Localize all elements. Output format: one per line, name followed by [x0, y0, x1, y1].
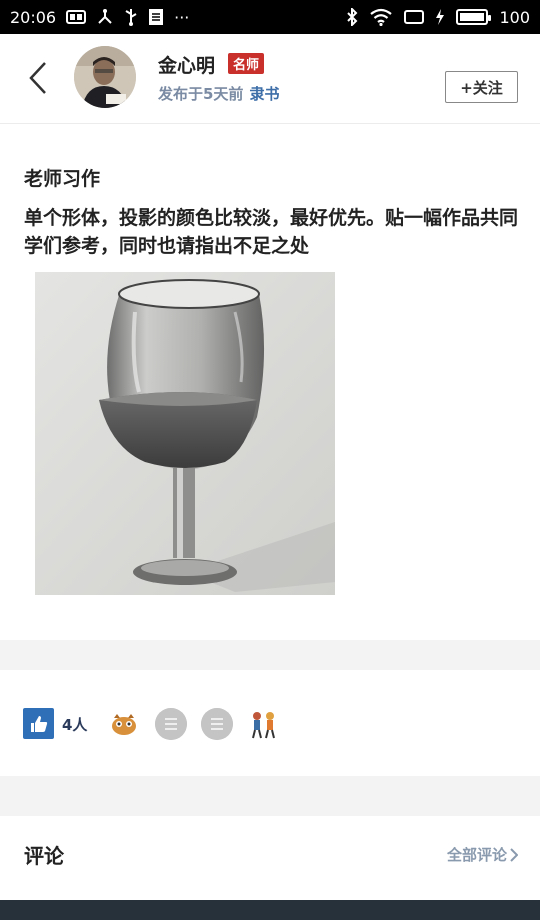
status-left: 20:06 ··· [10, 8, 189, 27]
liker-avatar[interactable] [108, 708, 140, 740]
category-link[interactable]: 隶书 [249, 85, 279, 103]
like-row: 4人 [0, 670, 540, 776]
post-meta: 发布于5天前 隶书 [158, 83, 279, 104]
post-body: 单个形体，投影的颜色比较淡，最好优先。贴一幅作品共同学们参考，同时也请指出不足之… [24, 207, 519, 257]
thumbs-up-icon [30, 715, 47, 732]
document-icon [148, 8, 164, 26]
bottom-bar [0, 900, 540, 920]
share-icon [96, 9, 114, 25]
back-button[interactable] [22, 58, 54, 98]
section-divider [0, 776, 540, 816]
status-time: 20:06 [10, 7, 57, 27]
post-header: 金心明 名师 发布于5天前 隶书 +关注 [0, 34, 540, 124]
bluetooth-icon [346, 8, 358, 26]
teacher-badge: 名师 [228, 53, 265, 74]
usb-icon [124, 8, 138, 26]
status-bar: 20:06 ··· 100 [0, 0, 540, 34]
status-right: 100 [346, 8, 530, 27]
more-notifications: ··· [174, 7, 190, 27]
like-button[interactable] [23, 708, 54, 739]
follow-button[interactable]: +关注 [445, 71, 518, 103]
liker-avatar[interactable] [247, 708, 279, 740]
comments-section: 评论 全部评论 [0, 816, 540, 900]
liker-avatar[interactable] [201, 708, 233, 740]
author-avatar[interactable] [74, 46, 136, 108]
chevron-right-icon [510, 847, 518, 862]
battery-level [460, 13, 485, 21]
post-image[interactable] [35, 272, 335, 595]
chevron-left-icon [29, 62, 46, 94]
battery-icon [456, 9, 492, 25]
author-name[interactable]: 金心明 [158, 51, 215, 78]
battery-percent: 100 [499, 7, 530, 27]
all-comments-label: 全部评论 [446, 846, 507, 864]
published-time: 发布于5天前 [158, 85, 244, 103]
section-divider [0, 640, 540, 670]
post-title: 老师习作 [24, 168, 101, 190]
like-count: 4人 [62, 716, 88, 734]
charging-icon [435, 8, 445, 26]
sim-card-icon [66, 10, 87, 24]
liker-avatar[interactable] [155, 708, 187, 740]
screen-icon [404, 9, 425, 25]
comments-title: 评论 [24, 844, 64, 868]
wifi-icon [369, 8, 393, 26]
all-comments-link[interactable]: 全部评论 [447, 844, 518, 865]
